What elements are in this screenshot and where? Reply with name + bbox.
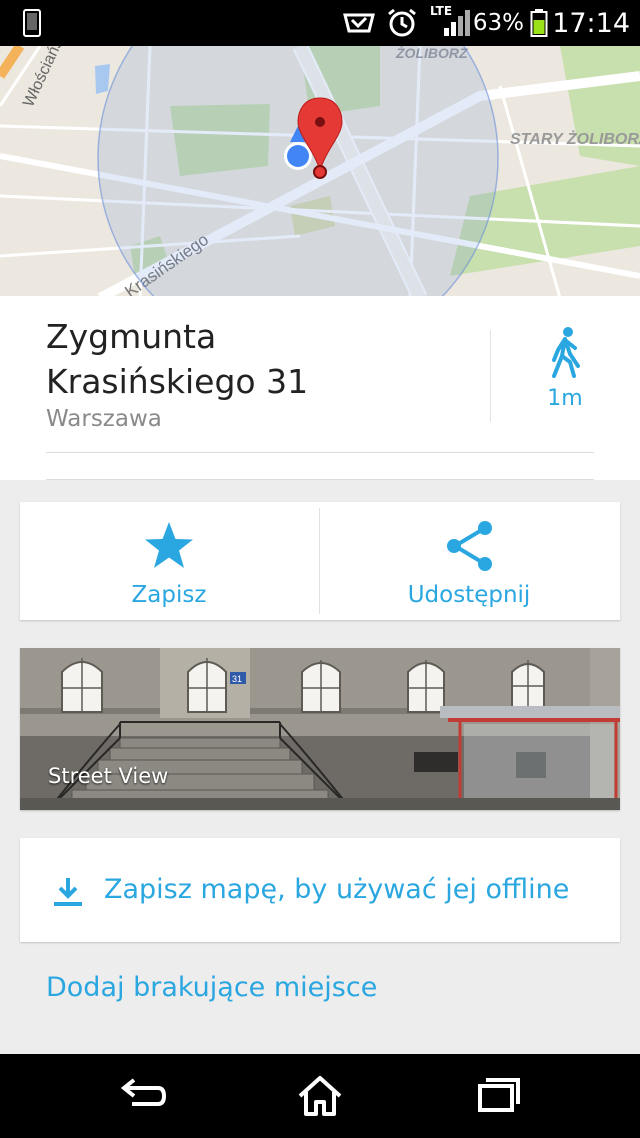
star-icon xyxy=(145,522,193,568)
street-view-card[interactable]: 31 Street View xyxy=(20,648,620,810)
sony-icon xyxy=(342,0,376,46)
phone-icon xyxy=(22,0,42,46)
share-label: Udostępnij xyxy=(407,582,531,608)
add-missing-place-link[interactable]: Dodaj brakujące miejsce xyxy=(46,972,377,1003)
save-offline-map-button[interactable]: Zapisz mapę, by używać jej offline xyxy=(20,838,620,942)
battery-percent: 63% xyxy=(472,10,524,36)
save-offline-map-label: Zapisz mapę, by używać jej offline xyxy=(104,874,570,905)
share-icon xyxy=(447,521,492,571)
recent-apps-button[interactable] xyxy=(438,1068,558,1124)
home-icon xyxy=(298,1076,342,1116)
home-button[interactable] xyxy=(260,1068,380,1124)
back-button[interactable] xyxy=(82,1068,202,1124)
signal-icon xyxy=(442,0,472,46)
walking-person-icon xyxy=(552,327,580,378)
walking-distance: 1m xyxy=(547,386,583,411)
share-button[interactable]: Udostępnij xyxy=(320,502,618,620)
header-rule-bottom xyxy=(46,479,594,480)
header-divider xyxy=(490,330,491,422)
actions-card: Zapisz Udostępnij xyxy=(20,502,620,620)
place-title-line2: Krasińskiego 31 xyxy=(46,362,309,401)
header-rule xyxy=(46,452,594,453)
save-button[interactable]: Zapisz xyxy=(20,502,318,620)
battery-icon xyxy=(530,0,548,46)
map-district-label-right: STARY ŻOLIBORZ xyxy=(510,130,640,148)
alarm-clock-icon xyxy=(386,0,418,46)
house-number-plate: 31 xyxy=(232,674,242,684)
download-icon xyxy=(54,878,82,906)
clock-time: 17:14 xyxy=(552,7,630,39)
walking-directions-button[interactable]: 1m xyxy=(520,326,610,411)
place-sheet: Zygmunta Krasińskiego 31 Warszawa 1m Zap… xyxy=(0,296,640,1054)
back-arrow-icon xyxy=(120,1078,167,1106)
place-title-line1: Zygmunta xyxy=(46,317,217,356)
map-view[interactable]: Włościańska ŻOLIBORZ STARY ŻOLIBORZ Kras… xyxy=(0,46,640,298)
status-bar: LTE 63% 17:14 xyxy=(0,0,640,46)
street-view-label: Street View xyxy=(48,764,169,788)
place-title: Zygmunta Krasińskiego 31 xyxy=(46,314,476,404)
place-city: Warszawa xyxy=(46,406,162,432)
recent-apps-icon xyxy=(478,1078,520,1112)
location-accuracy-circle xyxy=(97,46,499,298)
navigation-bar xyxy=(0,1054,640,1138)
place-header[interactable]: Zygmunta Krasińskiego 31 Warszawa 1m xyxy=(0,296,640,480)
save-label: Zapisz xyxy=(131,582,207,608)
